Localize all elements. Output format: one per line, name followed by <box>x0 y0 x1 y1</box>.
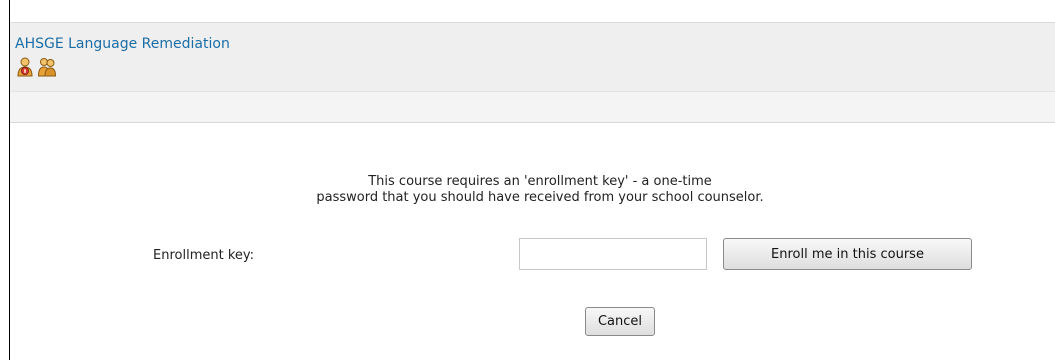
group-icon[interactable] <box>38 57 56 77</box>
enrollment-key-input[interactable] <box>519 238 707 270</box>
course-header: AHSGE Language Remediation <box>10 22 1055 91</box>
enrollment-key-label: Enrollment key: <box>153 248 255 263</box>
user-info-icon[interactable] <box>16 57 34 77</box>
page-frame: AHSGE Language Remediation This course r… <box>9 0 1055 360</box>
header-icons <box>16 57 56 77</box>
notice-line-1: This course requires an 'enrollment key'… <box>368 174 712 189</box>
course-title-link[interactable]: AHSGE Language Remediation <box>15 36 230 52</box>
navigation-bar <box>10 91 1055 123</box>
enroll-button[interactable]: Enroll me in this course <box>723 238 972 270</box>
enrollment-notice: This course requires an 'enrollment key'… <box>290 174 790 206</box>
cancel-button[interactable]: Cancel <box>585 307 655 336</box>
notice-line-2: password that you should have received f… <box>316 190 764 205</box>
